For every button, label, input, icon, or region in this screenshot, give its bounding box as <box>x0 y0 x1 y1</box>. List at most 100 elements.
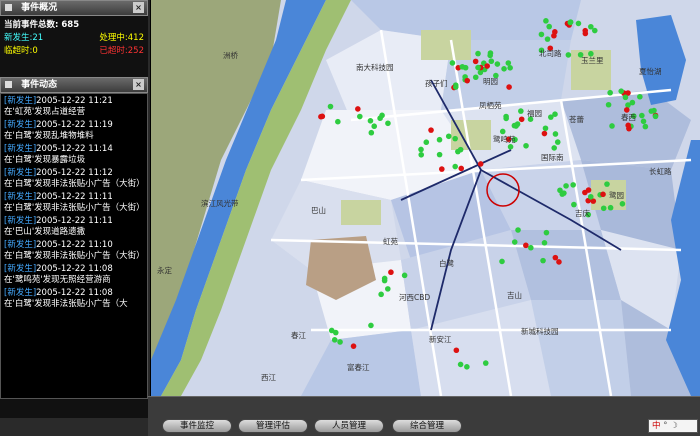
event-marker[interactable] <box>565 52 572 58</box>
event-marker[interactable] <box>552 254 559 261</box>
event-marker[interactable] <box>452 163 459 170</box>
event-marker[interactable] <box>625 122 632 129</box>
event-marker[interactable] <box>350 343 357 349</box>
event-marker[interactable] <box>332 329 339 336</box>
event-marker[interactable] <box>452 135 458 142</box>
event-marker[interactable] <box>499 258 505 265</box>
event-marker[interactable] <box>439 166 445 172</box>
event-marker[interactable] <box>543 18 549 24</box>
event-marker[interactable] <box>652 113 659 120</box>
event-marker[interactable] <box>503 115 509 122</box>
event-marker[interactable] <box>523 142 529 149</box>
event-marker[interactable] <box>331 337 338 343</box>
event-marker[interactable] <box>587 193 594 200</box>
event-marker[interactable] <box>622 94 629 101</box>
event-marker[interactable] <box>501 66 507 72</box>
event-marker[interactable] <box>475 50 481 57</box>
event-marker[interactable] <box>607 204 614 211</box>
event-marker[interactable] <box>371 123 378 130</box>
event-marker[interactable] <box>514 121 521 127</box>
event-marker[interactable] <box>487 52 493 59</box>
event-marker[interactable] <box>385 286 391 292</box>
event-marker[interactable] <box>477 161 484 167</box>
event-marker[interactable] <box>355 106 361 112</box>
event-marker[interactable] <box>582 30 589 37</box>
event-marker[interactable] <box>459 63 466 70</box>
event-marker[interactable] <box>640 118 647 125</box>
event-marker[interactable] <box>618 88 625 94</box>
event-marker[interactable] <box>552 111 558 117</box>
event-marker[interactable] <box>538 31 545 38</box>
tab-event-monitor[interactable]: 事件监控 <box>162 419 232 433</box>
new-count[interactable]: 新发生:21 <box>4 32 43 45</box>
event-marker[interactable] <box>637 93 643 100</box>
event-marker[interactable] <box>563 183 569 189</box>
event-marker[interactable] <box>544 36 551 42</box>
event-marker[interactable] <box>381 277 388 284</box>
event-marker[interactable] <box>506 84 512 90</box>
event-marker[interactable] <box>472 58 479 65</box>
event-marker[interactable] <box>552 131 559 137</box>
list-item[interactable]: [新发生]2005-12-22 11:11 在'白鹭'发现非法张贴小广告（大街） <box>4 192 145 214</box>
event-marker[interactable] <box>588 23 594 30</box>
event-marker[interactable] <box>401 272 408 279</box>
event-marker[interactable] <box>609 123 615 129</box>
event-marker[interactable] <box>484 63 490 69</box>
ime-indicator[interactable]: 中 ° ☽ <box>648 419 698 433</box>
processing-count[interactable]: 处理中:412 <box>99 32 144 45</box>
event-marker[interactable] <box>494 61 501 67</box>
tab-general-management[interactable]: 综合管理 <box>392 419 462 433</box>
event-marker[interactable] <box>575 20 582 27</box>
event-marker[interactable] <box>642 123 649 130</box>
close-icon[interactable]: × <box>133 79 144 90</box>
event-marker[interactable] <box>464 77 471 84</box>
list-item[interactable]: [新发生]2005-12-22 11:21 在'虹苑'发现占道经营 <box>4 96 144 118</box>
event-marker[interactable] <box>388 269 394 276</box>
event-marker[interactable] <box>571 201 577 208</box>
close-icon[interactable]: × <box>133 2 144 13</box>
event-marker[interactable] <box>457 361 464 368</box>
event-marker[interactable] <box>542 125 549 132</box>
event-marker[interactable] <box>541 130 548 137</box>
list-item[interactable]: [新发生]2005-12-22 11:08 在'白鹭'发现非法张贴小广告（大 <box>4 288 144 310</box>
event-marker[interactable] <box>368 129 375 136</box>
event-marker[interactable] <box>482 360 489 366</box>
event-marker[interactable] <box>570 182 576 188</box>
event-marker[interactable] <box>418 151 425 158</box>
tab-management-evaluation[interactable]: 管理评估 <box>238 419 308 433</box>
event-marker[interactable] <box>540 257 546 264</box>
event-marker[interactable] <box>541 239 548 246</box>
event-marker[interactable] <box>418 146 424 153</box>
event-marker[interactable] <box>449 60 456 66</box>
event-marker[interactable] <box>457 146 464 153</box>
event-marker[interactable] <box>436 151 443 158</box>
event-marker[interactable] <box>319 113 326 120</box>
event-marker[interactable] <box>357 113 363 120</box>
event-marker[interactable] <box>379 112 385 119</box>
event-marker[interactable] <box>423 139 430 146</box>
event-marker[interactable] <box>518 116 525 123</box>
event-marker[interactable] <box>561 190 567 196</box>
list-item[interactable]: [新发生]2005-12-22 11:12 在'白鹭'发现非法张贴小广告（大街） <box>4 168 145 190</box>
city-map[interactable]: 南大科技园 北司路 玉兰里 夏怡湖 明园 孩子们 凤栖苑 福园 苍蕾 春西 鹭鸣… <box>150 0 700 396</box>
event-marker[interactable] <box>452 84 459 90</box>
event-marker[interactable] <box>337 339 343 345</box>
event-marker[interactable] <box>556 259 562 265</box>
event-marker[interactable] <box>639 112 645 119</box>
list-item[interactable]: [新发生]2005-12-22 11:10 在'白鹭'发现非法张贴小广告（大街） <box>4 240 145 262</box>
event-marker[interactable] <box>327 103 334 110</box>
event-marker[interactable] <box>464 364 470 370</box>
event-marker[interactable] <box>472 74 479 81</box>
list-item[interactable]: [新发生]2005-12-22 11:08 在'鹭鸣苑'发现无照经营游商 <box>4 264 144 286</box>
event-list[interactable]: [新发生]2005-12-22 11:21 在'虹苑'发现占道经营 [新发生]20… <box>0 93 148 399</box>
event-marker[interactable] <box>518 108 524 114</box>
list-item[interactable]: [新发生]2005-12-22 11:11 在'巴山'发现道路遗撒 <box>4 216 144 238</box>
event-marker[interactable] <box>367 118 374 124</box>
event-marker[interactable] <box>368 322 374 329</box>
event-marker[interactable] <box>600 205 607 212</box>
event-marker[interactable] <box>543 229 550 236</box>
event-marker[interactable] <box>335 118 341 125</box>
event-marker[interactable] <box>552 29 558 35</box>
event-marker[interactable] <box>605 101 612 108</box>
event-marker[interactable] <box>607 89 613 96</box>
